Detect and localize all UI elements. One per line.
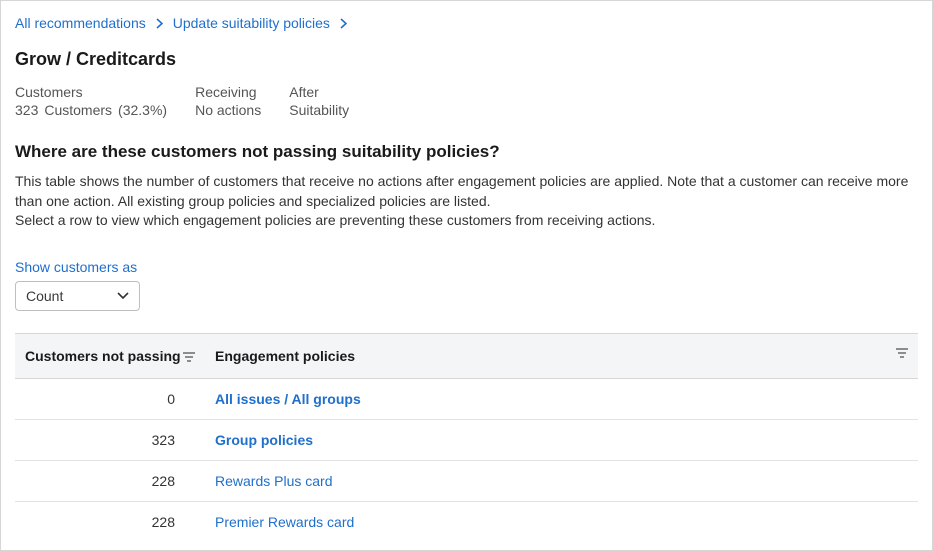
section-desc-line1: This table shows the number of customers… (15, 173, 908, 209)
stat-receiving-value: No actions (195, 102, 261, 118)
policy-link-premier-rewards[interactable]: Premier Rewards card (215, 514, 354, 530)
row-policy: Premier Rewards card (205, 501, 918, 542)
table-header-policy[interactable]: Engagement policies (205, 333, 918, 378)
filter-icon (896, 348, 908, 358)
stat-after: After Suitability (289, 84, 349, 118)
row-count: 0 (15, 378, 205, 419)
chevron-down-icon (117, 292, 129, 300)
stat-customers-value: 323 Customers (32.3%) (15, 102, 167, 118)
table-header-row: Customers not passing Engagement policie… (15, 333, 918, 378)
stat-customers: Customers 323 Customers (32.3%) (15, 84, 167, 118)
table-row[interactable]: 323 Group policies (15, 419, 918, 460)
stat-customers-count: 323 (15, 102, 38, 118)
chevron-right-icon (156, 18, 163, 29)
breadcrumb: All recommendations Update suitability p… (15, 15, 918, 31)
stat-receiving: Receiving No actions (195, 84, 261, 118)
table-row[interactable]: 228 Rewards Plus card (15, 460, 918, 501)
table-row[interactable]: 0 All issues / All groups (15, 378, 918, 419)
section-desc-line2: Select a row to view which engagement po… (15, 212, 655, 228)
section-description: This table shows the number of customers… (15, 172, 918, 231)
policy-link-rewards-plus[interactable]: Rewards Plus card (215, 473, 333, 489)
breadcrumb-update-suitability-policies[interactable]: Update suitability policies (173, 15, 330, 31)
stat-after-label: After (289, 84, 349, 100)
show-customers-select[interactable]: Count (15, 281, 140, 311)
policy-link-all-issues[interactable]: All issues / All groups (215, 391, 361, 407)
table-header-count[interactable]: Customers not passing (15, 333, 205, 378)
stat-customers-pct: (32.3%) (118, 102, 167, 118)
section-heading: Where are these customers not passing su… (15, 142, 918, 162)
stats-row: Customers 323 Customers (32.3%) Receivin… (15, 84, 918, 118)
page-title: Grow / Creditcards (15, 49, 918, 70)
table-header-policy-label: Engagement policies (215, 348, 355, 364)
stat-customers-unit: Customers (44, 102, 112, 118)
table-row[interactable]: 228 Premier Rewards card (15, 501, 918, 542)
breadcrumb-all-recommendations[interactable]: All recommendations (15, 15, 146, 31)
stat-receiving-label: Receiving (195, 84, 261, 100)
page-container: All recommendations Update suitability p… (0, 0, 933, 551)
policy-link-group-policies[interactable]: Group policies (215, 432, 313, 448)
filter-icon (183, 352, 195, 362)
row-count: 323 (15, 419, 205, 460)
table-header-count-label: Customers not passing (25, 348, 181, 364)
chevron-right-icon (340, 18, 347, 29)
row-count: 228 (15, 501, 205, 542)
row-policy: Rewards Plus card (205, 460, 918, 501)
stat-customers-label: Customers (15, 84, 167, 100)
show-customers-label: Show customers as (15, 259, 918, 275)
row-count: 228 (15, 460, 205, 501)
show-customers-selected: Count (26, 288, 63, 304)
row-policy: All issues / All groups (205, 378, 918, 419)
row-policy: Group policies (205, 419, 918, 460)
policies-table: Customers not passing Engagement policie… (15, 333, 918, 542)
stat-after-value: Suitability (289, 102, 349, 118)
